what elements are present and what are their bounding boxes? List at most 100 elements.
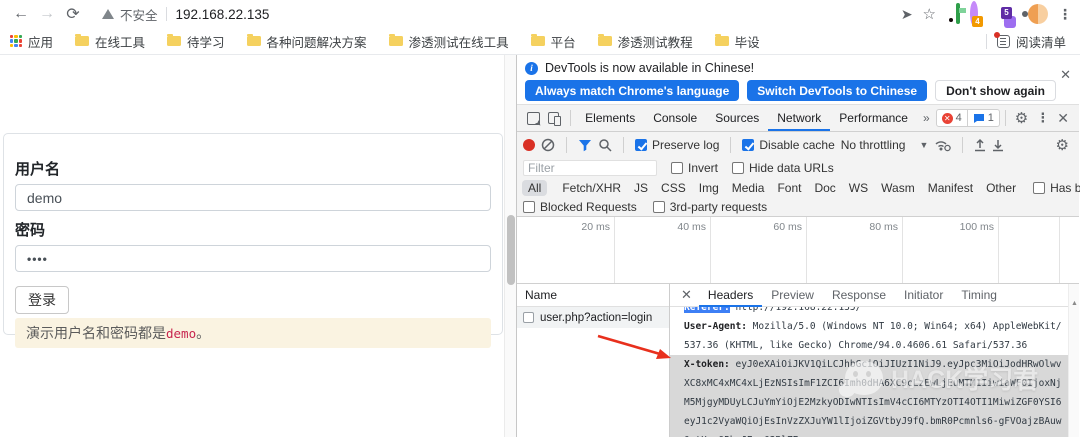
bookmark-folder[interactable]: 渗透测试教程 [598,32,693,51]
request-row[interactable]: user.php?action=login [517,307,669,328]
tab-console[interactable]: Console [644,105,706,131]
devtools-settings-icon[interactable]: ⚙ [1015,109,1028,127]
reading-list-button[interactable]: 阅读清单 [997,32,1066,51]
tab-headers[interactable]: Headers [699,284,762,307]
back-icon[interactable]: ← [8,5,34,23]
page-scrollbar[interactable] [504,55,516,437]
bookmark-folder[interactable]: 毕设 [715,32,760,51]
refresh-icon[interactable]: ⟳ [60,4,86,24]
devtools-close-icon[interactable]: ✕ [1057,110,1069,127]
share-icon[interactable]: ➤ [901,6,913,23]
tab-initiator[interactable]: Initiator [895,284,952,307]
not-secure-warning-icon [102,9,114,19]
match-language-button[interactable]: Always match Chrome's language [525,80,739,101]
disable-cache-checkbox[interactable]: Disable cache [742,138,834,152]
url-text[interactable]: 192.168.22.135 [176,7,270,22]
scroll-up-icon[interactable]: ▲ [1071,300,1078,307]
switch-chinese-button[interactable]: Switch DevTools to Chinese [747,80,927,101]
bookmark-label: 渗透测试在线工具 [409,32,509,51]
checkbox-icon[interactable] [523,312,534,323]
search-icon[interactable] [598,138,612,152]
network-timeline[interactable]: 20 ms 40 ms 60 ms 80 ms 100 ms [517,217,1079,284]
tab-sources[interactable]: Sources [706,105,768,131]
type-filter[interactable]: Media [726,180,771,196]
network-settings-icon[interactable]: ⚙ [1056,136,1069,154]
bookmark-folder[interactable]: 渗透测试在线工具 [389,32,509,51]
inspect-element-icon[interactable] [527,112,540,125]
address-bar[interactable]: 不安全 192.168.22.135 [92,5,901,24]
tab-performance[interactable]: Performance [830,105,917,131]
type-filter[interactable]: Manifest [922,180,979,196]
forward-icon[interactable]: → [34,5,60,23]
toolbar-divider [570,110,571,126]
bookmark-apps[interactable]: 应用 [10,32,53,51]
bookmark-folder[interactable]: 在线工具 [75,32,145,51]
bookmark-folder[interactable]: 待学习 [167,32,225,51]
bookmark-star-icon[interactable]: ☆ [923,5,936,23]
timeline-tick: 20 ms [517,217,615,283]
folder-icon [715,36,729,46]
bookmark-folder[interactable]: 各种问题解决方案 [247,32,367,51]
invert-checkbox[interactable]: Invert [671,161,718,175]
preserve-log-checkbox[interactable]: Preserve log [635,138,719,152]
third-party-requests-checkbox[interactable]: 3rd-party requests [653,200,767,214]
export-har-icon[interactable] [992,138,1004,152]
tab-preview[interactable]: Preview [762,284,823,307]
devtools-menu-icon[interactable]: ⋮ [1036,110,1049,126]
error-count-badge[interactable]: ✕4 [936,109,968,127]
toolbar-divider [566,137,567,153]
disable-cache-label: Disable cache [759,138,834,152]
network-conditions-icon[interactable] [934,138,951,152]
type-filter[interactable]: Other [980,180,1022,196]
type-filter-all[interactable]: All [522,180,547,196]
import-har-icon[interactable] [974,138,986,152]
name-column-header[interactable]: Name [517,284,669,307]
username-field[interactable] [15,184,491,211]
timeline-tick: 80 ms [807,217,903,283]
type-filter[interactable]: JS [628,180,654,196]
type-filter[interactable]: CSS [655,180,692,196]
type-filter[interactable]: Img [693,180,725,196]
header-value: eyJ0eXAiOiJKV1QiLCJhbGciOiJIUzI1NiJ9.eyJ… [684,359,1062,437]
profile-avatar[interactable] [1028,4,1048,24]
details-scrollbar[interactable]: ▲ [1068,284,1079,437]
hide-data-urls-checkbox[interactable]: Hide data URLs [732,161,834,175]
filter-input[interactable] [523,160,657,176]
throttling-dropdown[interactable]: No throttling▼ [841,138,929,152]
reading-list-label: 阅读清单 [1016,32,1066,51]
bookmarks-divider [986,34,987,49]
tab-network[interactable]: Network [768,105,830,131]
type-filter[interactable]: WS [843,180,874,196]
device-toolbar-icon[interactable] [548,112,560,124]
has-blocked-cookies-checkbox[interactable]: Has blocked cookies [1033,181,1080,195]
tab-elements[interactable]: Elements [576,105,644,131]
extension-battery-icon[interactable] [956,5,960,23]
blocked-requests-checkbox[interactable]: Blocked Requests [523,200,637,214]
scrollbar-thumb[interactable] [507,215,515,285]
notice-close-icon[interactable]: ✕ [1060,67,1071,83]
type-filter[interactable]: Wasm [875,180,921,196]
chrome-menu-icon[interactable]: ⋮ [1058,6,1072,23]
headers-content[interactable]: Referer: http://192.168.22.135/ User-Age… [670,307,1079,437]
clear-icon[interactable] [541,138,555,152]
dont-show-again-button[interactable]: Don't show again [935,80,1056,101]
password-field[interactable] [15,245,491,272]
close-details-icon[interactable]: ✕ [674,287,699,303]
tab-response[interactable]: Response [823,284,895,307]
login-button[interactable]: 登录 [15,286,69,314]
blocked-requests-row: Blocked Requests 3rd-party requests [517,198,1079,217]
bookmark-folder[interactable]: 平台 [531,32,576,51]
tab-timing[interactable]: Timing [952,284,1006,307]
type-filter[interactable]: Doc [808,180,841,196]
bookmark-label: 平台 [551,32,576,51]
type-filter[interactable]: Font [771,180,807,196]
message-count-badge[interactable]: 1 [968,109,1000,127]
header-value: http://192.168.22.135/ [736,307,862,313]
type-filter[interactable]: Fetch/XHR [556,180,627,196]
record-icon[interactable] [523,139,535,151]
throttling-value: No throttling [841,138,906,152]
extension-donut-icon[interactable]: 4 [970,5,978,23]
filter-icon[interactable] [578,139,592,152]
more-tabs-icon[interactable]: » [917,111,936,125]
security-label[interactable]: 不安全 [120,5,158,24]
